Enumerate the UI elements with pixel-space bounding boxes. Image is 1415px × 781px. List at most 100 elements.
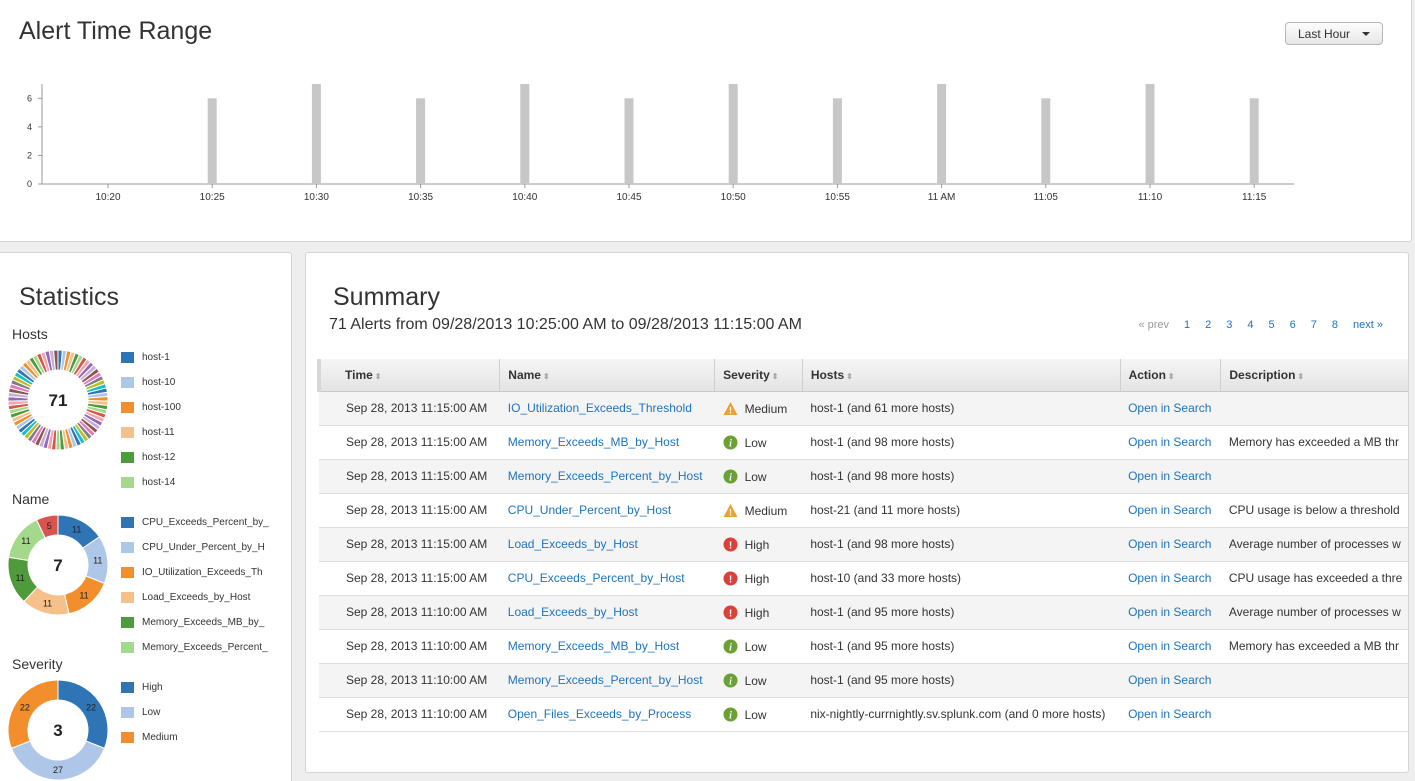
table-row[interactable]: Sep 28, 2013 11:10:00 AM Memory_Exceeds_M…: [319, 629, 1408, 664]
error-icon: !: [723, 605, 738, 619]
legend-item[interactable]: host-100: [121, 402, 271, 427]
donut-slice[interactable]: [7, 679, 59, 750]
legend-item[interactable]: High: [121, 682, 271, 707]
alert-name-link[interactable]: Open_Files_Exceeds_by_Process: [508, 707, 691, 721]
column-header[interactable]: Name ⬍: [499, 359, 715, 392]
open-in-search-link[interactable]: Open in Search: [1128, 673, 1211, 687]
legend-label: Memory_Exceeds_MB_by_: [142, 617, 265, 628]
chart-bar[interactable]: [207, 98, 217, 184]
legend-item[interactable]: host-14: [121, 477, 271, 502]
chart-bar[interactable]: [832, 98, 842, 184]
pager-page[interactable]: 2: [1205, 319, 1211, 331]
legend-item[interactable]: host-10: [121, 377, 271, 402]
pager-next[interactable]: next »: [1353, 319, 1383, 331]
open-in-search-link[interactable]: Open in Search: [1128, 503, 1211, 517]
chart-bar[interactable]: [1249, 98, 1259, 184]
pager-page[interactable]: 8: [1332, 319, 1338, 331]
column-header[interactable]: Hosts ⬍: [801, 359, 1121, 392]
table-row[interactable]: Sep 28, 2013 11:10:00 AM Memory_Exceeds_P…: [319, 663, 1408, 698]
column-header[interactable]: Time ⬍: [317, 359, 500, 392]
alert-name-link[interactable]: IO_Utilization_Exceeds_Threshold: [508, 401, 692, 415]
alert-name-link[interactable]: Memory_Exceeds_Percent_by_Host: [508, 673, 703, 687]
chart-bar[interactable]: [624, 98, 634, 184]
table-row[interactable]: Sep 28, 2013 11:15:00 AM Memory_Exceeds_P…: [319, 459, 1408, 494]
alert-name-link[interactable]: Load_Exceeds_by_Host: [508, 605, 638, 619]
severity-legend: High Low Medium: [121, 682, 271, 757]
legend-item[interactable]: Medium: [121, 732, 271, 757]
column-header-label: Hosts: [810, 367, 845, 382]
cell-description: Memory has exceeded a MB thr: [1220, 629, 1408, 664]
legend-swatch: [121, 732, 134, 743]
alert-name-link[interactable]: Memory_Exceeds_MB_by_Host: [508, 639, 679, 653]
legend-swatch: [121, 592, 134, 603]
legend-label: host-10: [142, 377, 176, 388]
x-tick-label: 10:35: [408, 192, 433, 203]
pager-page[interactable]: 7: [1311, 319, 1317, 331]
open-in-search-link[interactable]: Open in Search: [1128, 435, 1211, 449]
legend-item[interactable]: host-1: [121, 352, 271, 377]
legend-item[interactable]: Load_Exceeds_by_Host: [121, 592, 271, 617]
legend-item[interactable]: host-12: [121, 452, 271, 477]
open-in-search-link[interactable]: Open in Search: [1128, 639, 1211, 653]
x-tick-label: 10:20: [95, 192, 120, 203]
cell-action: Open in Search: [1120, 391, 1221, 426]
table-row[interactable]: Sep 28, 2013 11:15:00 AM IO_Utilization_E…: [319, 391, 1408, 426]
open-in-search-link[interactable]: Open in Search: [1128, 571, 1211, 585]
alert-name-link[interactable]: Memory_Exceeds_Percent_by_Host: [508, 469, 703, 483]
table-row[interactable]: Sep 28, 2013 11:10:00 AM Load_Exceeds_by_…: [319, 595, 1408, 630]
legend-swatch: [121, 427, 134, 438]
pager-page[interactable]: 6: [1290, 319, 1296, 331]
chart-bar[interactable]: [937, 84, 947, 184]
x-tick-label: 11 AM: [928, 192, 956, 203]
alert-name-link[interactable]: CPU_Under_Percent_by_Host: [508, 503, 671, 517]
legend-item[interactable]: CPU_Exceeds_Percent_by_: [121, 517, 271, 542]
donut-slice-label: 5: [47, 521, 52, 531]
open-in-search-link[interactable]: Open in Search: [1128, 707, 1211, 721]
legend-item[interactable]: Memory_Exceeds_Percent_: [121, 642, 271, 667]
legend-item[interactable]: CPU_Under_Percent_by_H: [121, 542, 271, 567]
open-in-search-link[interactable]: Open in Search: [1128, 469, 1211, 483]
donut-slice[interactable]: [57, 679, 109, 750]
severity-text: Low: [744, 435, 767, 450]
alert-name-link[interactable]: Load_Exceeds_by_Host: [508, 537, 638, 551]
alert-name-link[interactable]: CPU_Exceeds_Percent_by_Host: [508, 571, 685, 585]
legend-item[interactable]: Memory_Exceeds_MB_by_: [121, 617, 271, 642]
legend-item[interactable]: IO_Utilization_Exceeds_Th: [121, 567, 271, 592]
chart-bar[interactable]: [520, 84, 530, 184]
chart-bar[interactable]: [1041, 98, 1051, 184]
chart-bar[interactable]: [728, 84, 738, 184]
pager-page[interactable]: 1: [1184, 319, 1190, 331]
open-in-search-link[interactable]: Open in Search: [1128, 401, 1211, 415]
table-row[interactable]: Sep 28, 2013 11:15:00 AM Load_Exceeds_by_…: [319, 527, 1408, 562]
legend-swatch: [121, 377, 134, 388]
pager-prev[interactable]: « prev: [1138, 319, 1169, 331]
table-row[interactable]: Sep 28, 2013 11:15:00 AM CPU_Exceeds_Perc…: [319, 561, 1408, 596]
chart-bar[interactable]: [1145, 84, 1155, 184]
table-row[interactable]: Sep 28, 2013 11:15:00 AM Memory_Exceeds_M…: [319, 425, 1408, 460]
hosts-donut-chart[interactable]: 71: [7, 349, 111, 453]
legend-item[interactable]: Low: [121, 707, 271, 732]
pager-page[interactable]: 4: [1247, 319, 1253, 331]
open-in-search-link[interactable]: Open in Search: [1128, 537, 1211, 551]
pager-page[interactable]: 5: [1269, 319, 1275, 331]
pager-page[interactable]: 3: [1226, 319, 1232, 331]
table-row[interactable]: Sep 28, 2013 11:15:00 AM CPU_Under_Percen…: [319, 493, 1408, 528]
cell-description: CPU usage is below a threshold: [1220, 493, 1408, 528]
cell-time: Sep 28, 2013 11:10:00 AM: [319, 697, 500, 732]
column-header-label: Name: [508, 367, 541, 382]
legend-item[interactable]: host-11: [121, 427, 271, 452]
cell-description: [1220, 663, 1408, 698]
cell-action: Open in Search: [1120, 595, 1221, 630]
alert-name-link[interactable]: Memory_Exceeds_MB_by_Host: [508, 435, 679, 449]
name-donut-chart[interactable]: 11 11 11 11 11 11 5 7: [7, 514, 111, 618]
chart-bar[interactable]: [416, 98, 426, 184]
chart-bar[interactable]: [311, 84, 321, 184]
column-header[interactable]: Action ⬍: [1119, 359, 1221, 392]
open-in-search-link[interactable]: Open in Search: [1128, 605, 1211, 619]
table-row[interactable]: Sep 28, 2013 11:10:00 AM Open_Files_Excee…: [319, 697, 1408, 732]
column-header[interactable]: Description ⬍: [1220, 359, 1408, 392]
column-header[interactable]: Severity ⬍: [714, 359, 803, 392]
donut-slice-label: 22: [20, 703, 30, 713]
cell-description: Average number of processes w: [1220, 527, 1408, 562]
severity-donut-chart[interactable]: 22 27 22 3: [7, 679, 111, 781]
